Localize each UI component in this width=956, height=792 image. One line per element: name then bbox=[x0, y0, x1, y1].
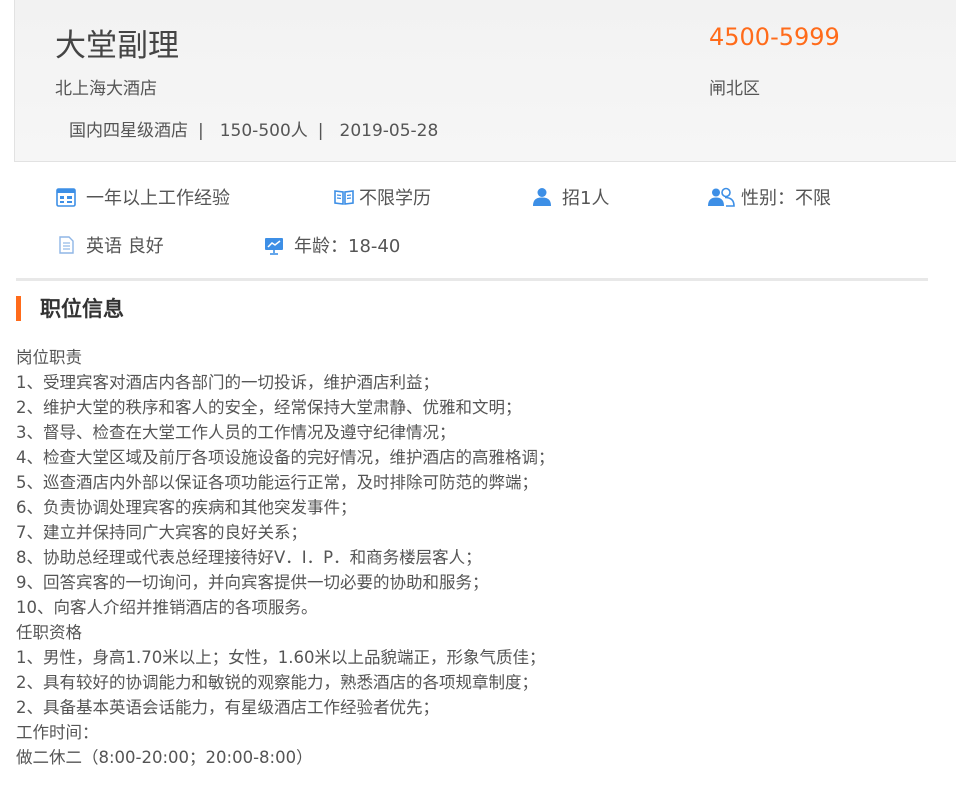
req-text: 招1人 bbox=[562, 188, 610, 209]
req-text: 性别：不限 bbox=[741, 188, 831, 209]
district: 闸北区 bbox=[709, 79, 760, 99]
meta-separator: | bbox=[317, 121, 324, 141]
req-headcount: 招1人 bbox=[531, 184, 609, 210]
description-line: 2、具有较好的协调能力和敏锐的观察能力，熟悉酒店的各项规章制度； bbox=[16, 673, 538, 692]
description-line: 1、受理宾客对酒店内各部门的一切投诉，维护酒店利益； bbox=[16, 373, 439, 392]
meta-separator: | bbox=[198, 121, 204, 141]
person-icon bbox=[531, 186, 553, 208]
description-line: 任职资格 bbox=[16, 623, 82, 642]
description-line: 8、协助总经理或代表总经理接待好V．I．P．和商务楼层客人； bbox=[16, 548, 482, 567]
job-description: 岗位职责 1、受理宾客对酒店内各部门的一切投诉，维护酒店利益； 2、维护大堂的秩… bbox=[16, 345, 946, 770]
description-line: 1、男性，身高1.70米以上；女性，1.60米以上品貌端正，形象气质佳； bbox=[16, 648, 546, 667]
description-line: 岗位职责 bbox=[16, 348, 82, 367]
req-text: 年龄：18-40 bbox=[294, 236, 401, 257]
calendar-icon bbox=[55, 186, 77, 208]
req-text: 英语 良好 bbox=[86, 236, 164, 257]
description-line: 2、具备基本英语会话能力，有星级酒店工作经验者优先； bbox=[16, 698, 439, 717]
description-line: 10、向客人介绍并推销酒店的各项服务。 bbox=[16, 598, 318, 617]
company-size: 150-500人 bbox=[219, 121, 308, 141]
req-gender: 性别：不限 bbox=[707, 184, 831, 210]
description-line: 5、巡查酒店内外部以保证各项功能运行正常，及时排除可防范的弊端； bbox=[16, 473, 538, 492]
req-education: 不限学历 bbox=[333, 184, 431, 210]
salary: 4500-5999 bbox=[709, 23, 840, 51]
company-type: 国内四星级酒店 bbox=[69, 121, 188, 141]
description-line: 9、回答宾客的一切询问，并向宾客提供一切必要的协助和服务； bbox=[16, 573, 489, 592]
description-line: 工作时间： bbox=[16, 723, 99, 742]
req-text: 一年以上工作经验 bbox=[86, 188, 230, 209]
document-icon bbox=[55, 234, 77, 256]
post-date: 2019-05-28 bbox=[339, 121, 439, 141]
job-meta: 国内四星级酒店 | 150-500人 | 2019-05-28 bbox=[69, 116, 438, 141]
description-line: 4、检查大堂区域及前厅各项设施设备的完好情况，维护酒店的高雅格调； bbox=[16, 448, 555, 467]
company-name[interactable]: 北上海大酒店 bbox=[55, 74, 157, 99]
description-line: 3、督导、检查在大堂工作人员的工作情况及遵守纪律情况； bbox=[16, 423, 456, 442]
description-line: 做二休二（8:00-20:00；20:00-8:00） bbox=[16, 748, 313, 767]
req-age: 年龄：18-40 bbox=[263, 232, 400, 258]
job-header: 大堂副理 4500-5999 北上海大酒店 闸北区 国内四星级酒店 | 150-50… bbox=[14, 0, 956, 162]
description-line: 6、负责协调处理宾客的疾病和其他突发事件； bbox=[16, 498, 357, 517]
section-title: 职位信息 bbox=[40, 297, 124, 321]
req-experience: 一年以上工作经验 bbox=[55, 184, 230, 210]
section-accent-bar bbox=[16, 296, 21, 321]
req-language: 英语 良好 bbox=[55, 232, 164, 258]
job-title: 大堂副理 bbox=[55, 28, 179, 64]
book-icon bbox=[333, 186, 355, 208]
description-line: 7、建立并保持同广大宾客的良好关系； bbox=[16, 523, 307, 542]
presentation-icon bbox=[263, 234, 285, 256]
description-line: 2、维护大堂的秩序和客人的安全，经常保持大堂肃静、优雅和文明； bbox=[16, 398, 522, 417]
req-text: 不限学历 bbox=[359, 188, 431, 209]
divider bbox=[16, 278, 928, 281]
people-icon bbox=[707, 186, 735, 208]
